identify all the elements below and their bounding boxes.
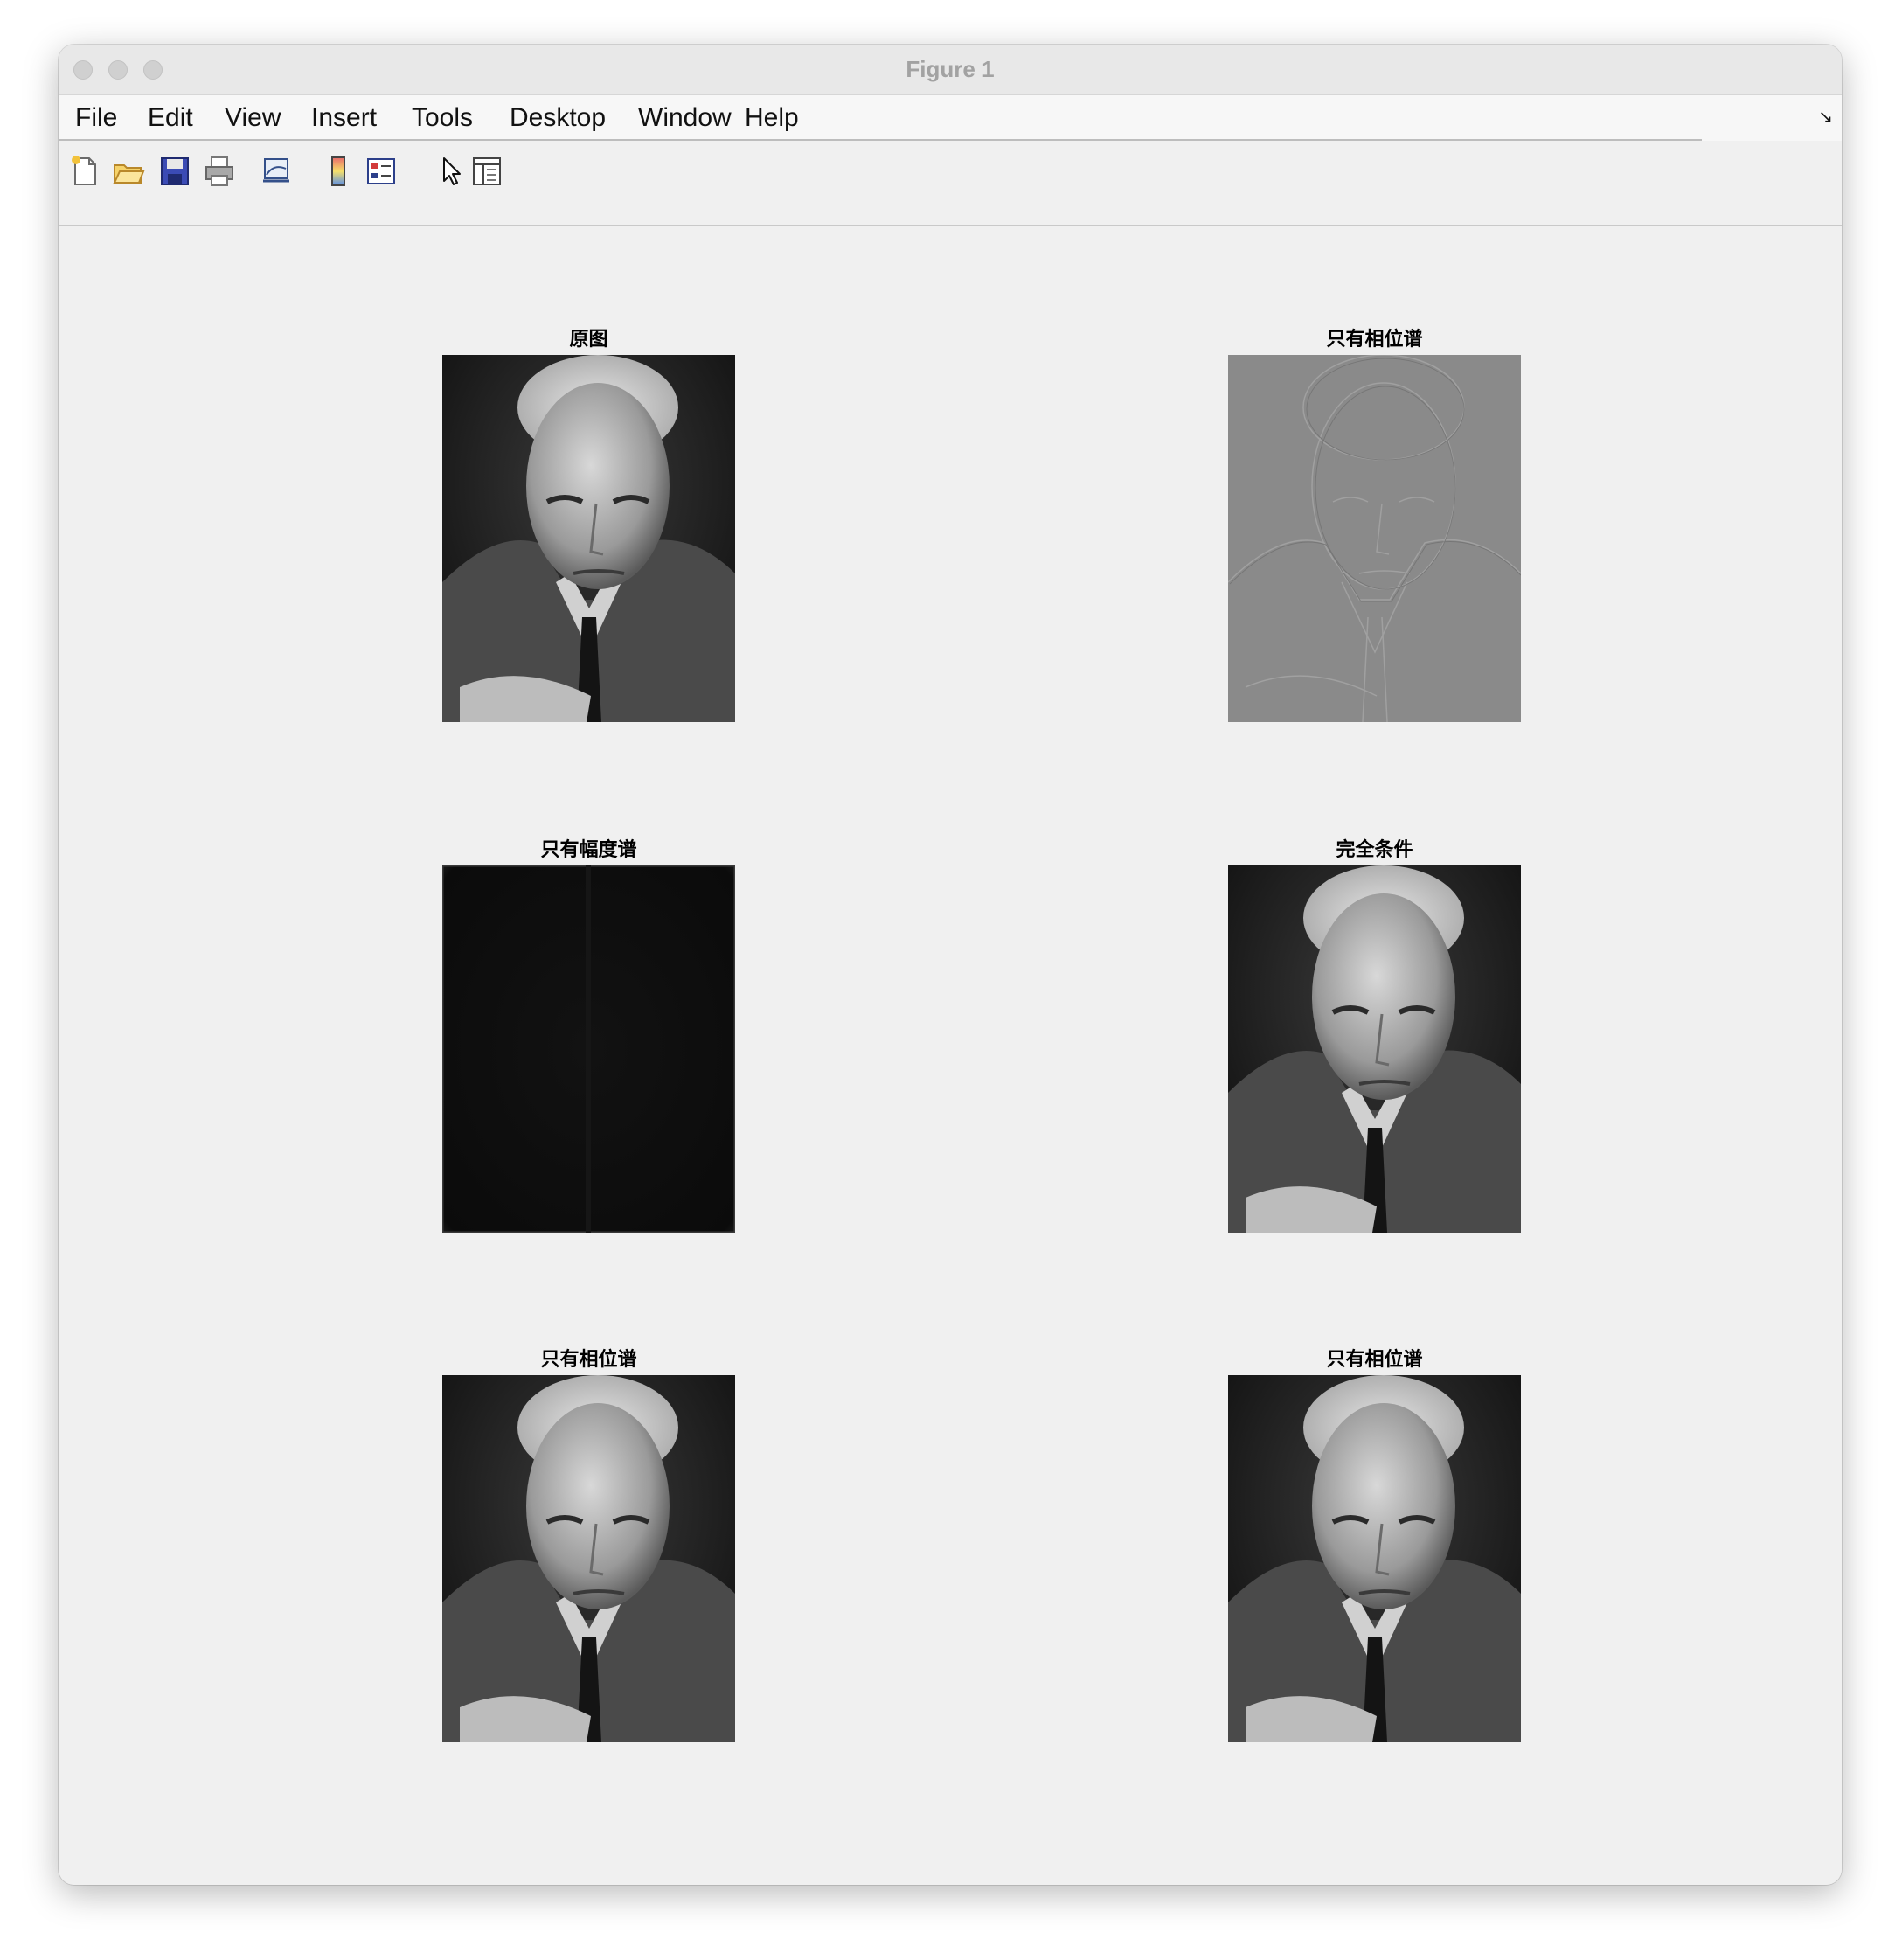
subplot-image-phase-recon-right [1228,1375,1521,1742]
subplot-image-phase-edge [1228,355,1521,722]
menu-window[interactable]: Window [638,95,732,139]
colorbar-icon[interactable] [322,155,355,188]
subplot-image-phase-recon-left [442,1375,735,1742]
menu-insert[interactable]: Insert [311,95,377,139]
print-icon[interactable] [203,155,236,188]
menu-file[interactable]: File [75,95,117,139]
figure-window: Figure 1 File Edit View Insert Tools Des… [59,45,1842,1885]
subplot-image-original [442,355,735,722]
menu-edit[interactable]: Edit [148,95,193,139]
property-editor-icon[interactable] [470,155,503,188]
menu-bar: File Edit View Insert Tools Desktop Wind… [59,95,1842,141]
link-icon[interactable] [260,155,293,188]
subplot-image-full [1228,865,1521,1233]
dock-arrow-icon[interactable]: ↘ [1818,106,1833,128]
title-bar: Figure 1 [59,45,1842,95]
subplot-title-phase-1: 只有相位谱 [1326,328,1423,350]
menu-help[interactable]: Help [745,95,799,139]
subplot-title-original: 原图 [569,328,608,350]
subplot-title-amplitude: 只有幅度谱 [540,838,637,860]
subplot-title-phase-2: 只有相位谱 [540,1348,637,1370]
menu-tools[interactable]: Tools [412,95,473,139]
save-icon[interactable] [158,155,191,188]
open-file-icon[interactable] [112,155,145,188]
menu-desktop[interactable]: Desktop [510,95,606,139]
menu-view[interactable]: View [225,95,281,139]
subplot-image-amplitude [442,865,735,1233]
subplot-title-full: 完全条件 [1336,838,1413,860]
legend-icon[interactable] [364,155,398,188]
new-figure-icon[interactable] [68,155,101,188]
figure-canvas: 原图 只有相位谱 只有幅度谱 完全条件 只有相位谱 只有相位谱 [59,226,1842,1885]
window-title: Figure 1 [906,56,995,82]
figure-toolbar [59,141,1842,226]
pointer-icon[interactable] [434,155,467,188]
subplot-title-phase-3: 只有相位谱 [1326,1348,1423,1370]
